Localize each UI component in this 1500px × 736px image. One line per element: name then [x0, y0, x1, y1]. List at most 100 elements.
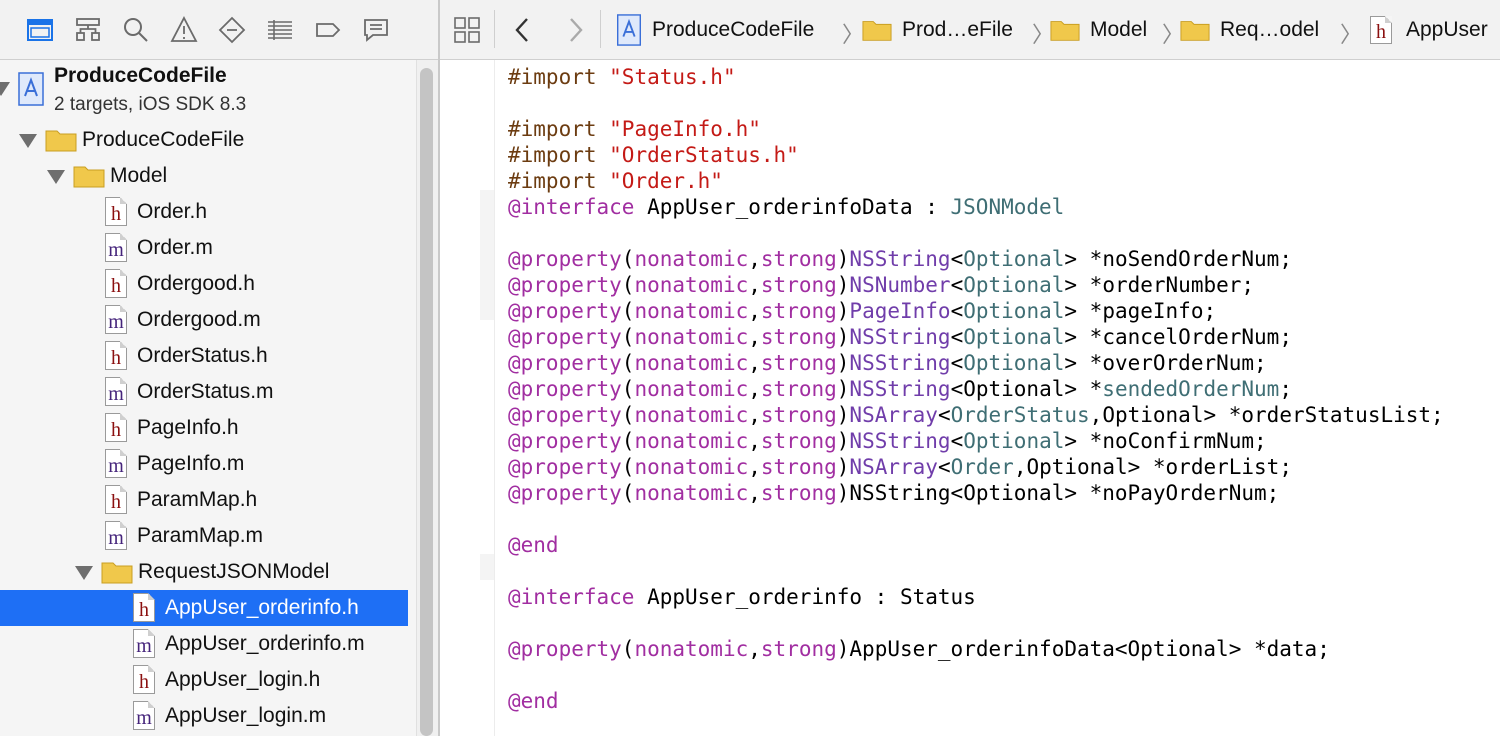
group-row-request[interactable]: RequestJSONModel [0, 554, 408, 590]
code-line[interactable]: @property(nonatomic,strong)NSString<Opti… [508, 350, 1267, 376]
code-token: @interface [508, 195, 635, 219]
code-line[interactable]: @property(nonatomic,strong)NSArray<Order… [508, 402, 1444, 428]
file-row[interactable]: m AppUser_orderinfo.m [0, 626, 408, 662]
code-token: NSString [849, 429, 951, 453]
code-line[interactable]: @property(nonatomic,strong)PageInfo<Opti… [508, 298, 1216, 324]
code-token: JSONModel [950, 195, 1065, 219]
code-token: Order [950, 455, 1014, 479]
test-navigator-icon[interactable] [216, 14, 248, 46]
code-line[interactable]: @property(nonatomic,strong)NSString<Opti… [508, 376, 1292, 402]
code-token: "Status.h" [609, 65, 736, 89]
code-line[interactable]: #import "Status.h" [508, 64, 736, 90]
file-row[interactable]: h AppUser_login.h [0, 662, 408, 698]
disclosure-triangle-icon[interactable] [0, 82, 10, 96]
code-token: nonatomic [634, 637, 749, 661]
code-line[interactable]: #import "Order.h" [508, 168, 723, 194]
crumb-group-model[interactable]: Model [1050, 0, 1147, 59]
code-token: @interface [508, 585, 635, 609]
code-line[interactable]: @end [508, 688, 559, 714]
group-row-root[interactable]: ProduceCodeFile [0, 122, 408, 158]
code-line[interactable]: @property(nonatomic,strong)NSString<Opti… [508, 428, 1267, 454]
code-token: "OrderStatus.h" [609, 143, 799, 167]
header-file-icon: h [105, 197, 127, 226]
crumb-project[interactable]: ProduceCodeFile [616, 0, 814, 59]
code-token: nonatomic [634, 247, 749, 271]
code-token: @end [508, 533, 559, 557]
symbol-navigator-icon[interactable] [72, 14, 104, 46]
code-token: ) [836, 455, 850, 479]
folder-icon [1050, 20, 1080, 41]
code-line[interactable]: @property(nonatomic,strong)NSString<Opti… [508, 324, 1292, 350]
code-token: #import [508, 169, 610, 193]
code-line[interactable]: @property(nonatomic,strong)NSString<Opti… [508, 246, 1292, 272]
code-area[interactable]: #import "Status.h" #import "PageInfo.h" #i… [508, 60, 1498, 736]
code-token: ( [621, 351, 635, 375]
code-line[interactable]: @property(nonatomic,strong)NSArray<Order… [508, 454, 1292, 480]
file-name: Order.m [137, 236, 213, 259]
code-token: ( [621, 481, 635, 505]
scrollbar-thumb[interactable] [420, 68, 433, 736]
project-navigator-icon[interactable] [24, 14, 56, 46]
disclosure-triangle-icon[interactable] [47, 170, 65, 184]
file-row[interactable]: h PageInfo.h [0, 410, 408, 446]
implementation-file-icon: m [105, 305, 127, 334]
file-row[interactable]: m AppUser_login.m [0, 698, 408, 734]
code-token: strong [760, 247, 837, 271]
code-token: < [950, 351, 964, 375]
file-row[interactable]: h Ordergood.h [0, 266, 408, 302]
code-token: < [937, 455, 951, 479]
forward-button[interactable] [562, 0, 590, 59]
code-line[interactable]: @property(nonatomic,strong)NSString<Opti… [508, 480, 1279, 506]
code-token: NSString [849, 247, 951, 271]
code-token: < [950, 429, 964, 453]
file-name: Ordergood.h [137, 272, 255, 295]
code-token: NSArray [849, 403, 938, 427]
code-line[interactable]: @interface AppUser_orderinfoData : JSONM… [508, 194, 1064, 220]
file-row[interactable]: h OrderStatus.h [0, 338, 408, 374]
file-row[interactable]: m OrderStatus.m [0, 374, 408, 410]
code-token: Optional [963, 247, 1065, 271]
file-name: AppUser_orderinfo.h [165, 596, 359, 619]
code-token: strong [760, 637, 837, 661]
file-name: Order.h [137, 200, 208, 223]
file-row[interactable]: m Ordergood.m [0, 302, 408, 338]
debug-navigator-icon[interactable] [264, 14, 296, 46]
code-token: , [748, 429, 761, 453]
code-line[interactable]: @property(nonatomic,strong)AppUser_order… [508, 636, 1330, 662]
file-row[interactable]: h ParamMap.h [0, 482, 408, 518]
group-row-model[interactable]: Model [0, 158, 408, 194]
navigator-scrollbar[interactable] [416, 60, 438, 736]
find-navigator-icon[interactable] [120, 14, 152, 46]
code-line[interactable]: @interface AppUser_orderinfo : Status [508, 584, 976, 610]
report-navigator-icon[interactable] [360, 14, 392, 46]
file-row[interactable]: m Order.m [0, 230, 408, 266]
related-items-icon[interactable] [450, 0, 484, 59]
file-row[interactable]: h AppUser_orderinfo.h [0, 590, 408, 626]
disclosure-triangle-icon[interactable] [19, 134, 37, 148]
breakpoint-navigator-icon[interactable] [312, 14, 344, 46]
code-token: Optional [963, 325, 1065, 349]
disclosure-triangle-icon[interactable] [75, 566, 93, 580]
crumb-group-request[interactable]: Req…odel [1180, 0, 1319, 59]
file-name: OrderStatus.h [137, 344, 268, 367]
file-name: OrderStatus.m [137, 380, 274, 403]
code-token: > *pageInfo; [1064, 299, 1217, 323]
issue-navigator-icon[interactable] [168, 14, 200, 46]
code-token: , [748, 325, 761, 349]
code-token: )AppUser_orderinfoData<Optional> *data; [836, 637, 1330, 661]
crumb-group-root[interactable]: Prod…eFile [862, 0, 1013, 59]
code-token: NSString [849, 377, 951, 401]
xcode-project-icon [18, 72, 44, 106]
code-token: < [950, 247, 964, 271]
file-row[interactable]: m PageInfo.m [0, 446, 408, 482]
header-file-icon: h [133, 665, 155, 694]
crumb-file[interactable]: h AppUser [1370, 0, 1488, 59]
file-row[interactable]: h Order.h [0, 194, 408, 230]
code-line[interactable]: @end [508, 532, 559, 558]
back-button[interactable] [508, 0, 536, 59]
code-line[interactable]: #import "OrderStatus.h" [508, 142, 799, 168]
code-line[interactable]: @property(nonatomic,strong)NSNumber<Opti… [508, 272, 1254, 298]
code-line[interactable]: #import "PageInfo.h" [508, 116, 761, 142]
project-row[interactable]: ProduceCodeFile 2 targets, iOS SDK 8.3 [0, 60, 408, 118]
file-row[interactable]: m ParamMap.m [0, 518, 408, 554]
